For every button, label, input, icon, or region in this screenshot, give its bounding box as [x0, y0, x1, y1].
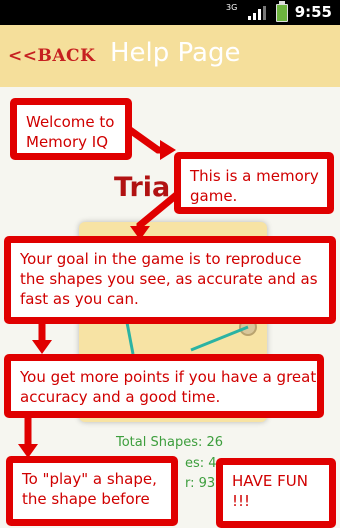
- welcome-bubble: Welcome to Memory IQ: [10, 98, 132, 160]
- page-title: Help Page: [110, 38, 241, 68]
- clock: 9:55: [294, 3, 332, 21]
- goal-bubble: Your goal in the game is to reproduce th…: [4, 236, 336, 324]
- back-button[interactable]: <<BACK: [8, 46, 95, 66]
- partial-stat-1: es: 4: [185, 456, 217, 471]
- memory-game-bubble: This is a memory game.: [174, 152, 334, 214]
- goal-text: Your goal in the game is to reproduce th…: [20, 250, 318, 308]
- have-fun-bubble: HAVE FUN !!!: [216, 458, 336, 528]
- battery-icon: [276, 1, 288, 22]
- network-type: 3G: [226, 3, 238, 12]
- welcome-text: Welcome to Memory IQ: [26, 113, 115, 151]
- background-shape-title: Tria: [114, 172, 171, 203]
- points-text: You get more points if you have a great …: [20, 368, 317, 406]
- signal-icon: [248, 6, 266, 20]
- network-indicator: 3G: [226, 4, 237, 12]
- play-text: To "play" a shape, the shape before: [22, 470, 157, 508]
- points-bubble: You get more points if you have a great …: [4, 354, 324, 418]
- have-fun-text: HAVE FUN !!!: [232, 472, 308, 510]
- status-bar: 3G 9:55: [0, 0, 340, 25]
- memory-game-text: This is a memory game.: [190, 167, 319, 205]
- total-shapes-stat: Total Shapes: 26: [116, 435, 224, 450]
- partial-stat-2: r: 93: [185, 476, 216, 491]
- play-bubble: To "play" a shape, the shape before: [6, 456, 178, 526]
